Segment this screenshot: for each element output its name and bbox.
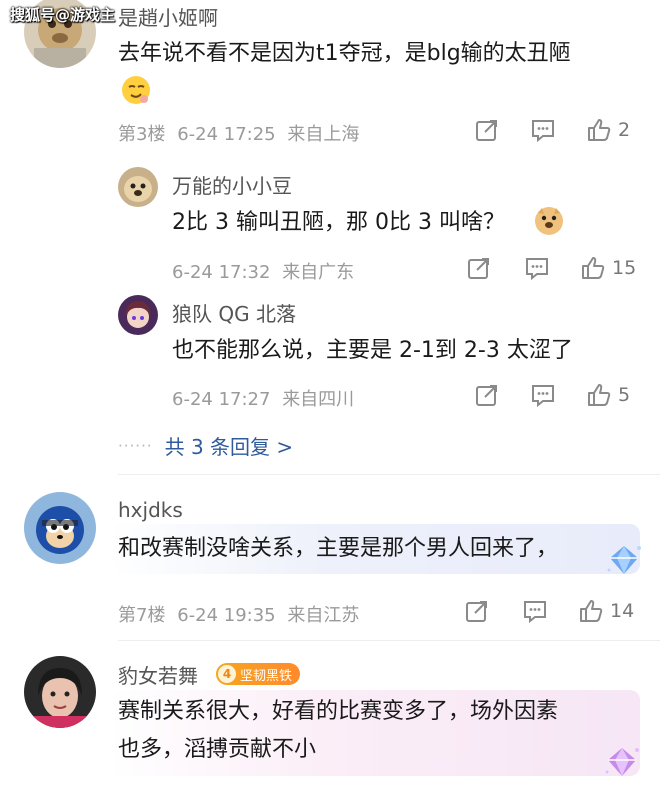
comment-content: 赛制关系很大，好看的比赛变多了，场外因素	[118, 699, 559, 724]
reply-meta: 6-24 17:27 来自四川	[172, 385, 354, 411]
comment-username[interactable]: 豹女若舞	[118, 660, 198, 689]
badge-level: 4	[218, 665, 236, 683]
like-count: 14	[610, 600, 635, 622]
reply-location: 来自四川	[282, 389, 355, 410]
like-button[interactable]: 5	[586, 382, 642, 408]
more-replies-link[interactable]: ······ 共 3 条回复 >	[118, 431, 293, 460]
avatar[interactable]	[24, 492, 96, 564]
reply-actions: 15	[466, 255, 636, 281]
comment-location: 来自江苏	[287, 605, 360, 626]
like-count: 2	[618, 119, 631, 141]
doge-emoji-icon	[533, 205, 565, 237]
divider	[118, 640, 660, 641]
like-count: 5	[618, 384, 631, 406]
badge-text: 坚韧黑铁	[240, 668, 293, 684]
divider	[118, 474, 660, 475]
thumbs-up-icon	[586, 382, 612, 408]
comment-icon[interactable]	[522, 598, 548, 624]
comment-time: 6-24 17:25	[177, 124, 276, 145]
diamond-icon	[604, 542, 644, 578]
comment-location: 来自上海	[287, 124, 360, 145]
floor-number: 第3楼	[118, 124, 166, 145]
reply-actions: 5	[474, 382, 642, 408]
comment-meta: 第7楼 6-24 19:35 来自江苏	[118, 601, 359, 627]
comment-icon[interactable]	[530, 382, 556, 408]
reply-content: 2比 3 输叫丑陋，那 0比 3 叫啥？	[172, 210, 505, 235]
smirk-emoji-icon	[120, 74, 152, 106]
reply-content: 也不能那么说，主要是 2-1到 2-3 太涩了	[172, 338, 573, 363]
reply-meta: 6-24 17:32 来自广东	[172, 258, 354, 284]
thumbs-up-icon	[578, 598, 604, 624]
like-button[interactable]: 2	[586, 117, 642, 143]
reply-location: 来自广东	[282, 262, 355, 283]
comment-meta: 第3楼 6-24 17:25 来自上海	[118, 120, 359, 146]
comment-content: 也多，滔搏贡献不小	[118, 737, 317, 762]
comment-content: 去年说不看不是因为t1夺冠，是blg输的太丑陋	[118, 41, 571, 66]
more-replies-label: 共 3 条回复 >	[164, 435, 294, 459]
comment-username[interactable]: 是趙小姬啊	[118, 2, 218, 31]
share-icon[interactable]	[474, 382, 500, 408]
reply-time: 6-24 17:27	[172, 389, 271, 410]
comment-actions: 14	[464, 598, 634, 624]
share-icon[interactable]	[474, 117, 500, 143]
comment-username[interactable]: hxjdks	[118, 498, 183, 522]
avatar[interactable]	[118, 295, 158, 335]
comment-time: 6-24 19:35	[177, 605, 276, 626]
gem-icon	[602, 744, 642, 780]
reply-username[interactable]: 狼队 QG 北落	[172, 298, 296, 327]
comment-icon[interactable]	[530, 117, 556, 143]
like-button[interactable]: 15	[580, 255, 636, 281]
level-badge: 4 坚韧黑铁	[216, 663, 301, 685]
thumbs-up-icon	[580, 255, 606, 281]
share-icon[interactable]	[464, 598, 490, 624]
like-button[interactable]: 14	[578, 598, 634, 624]
avatar[interactable]	[24, 656, 96, 728]
dots-separator: ······	[118, 436, 153, 455]
floor-number: 第7楼	[118, 605, 166, 626]
comment-actions: 2	[474, 117, 642, 143]
share-icon[interactable]	[466, 255, 492, 281]
watermark: 搜狐号@游戏主	[10, 6, 116, 24]
comment-content: 和改赛制没啥关系，主要是那个男人回来了，	[118, 536, 559, 561]
reply-username[interactable]: 万能的小小豆	[172, 170, 292, 199]
avatar[interactable]	[118, 167, 158, 207]
like-count: 15	[612, 257, 637, 279]
comment-icon[interactable]	[524, 255, 550, 281]
reply-time: 6-24 17:32	[172, 262, 271, 283]
thumbs-up-icon	[586, 117, 612, 143]
